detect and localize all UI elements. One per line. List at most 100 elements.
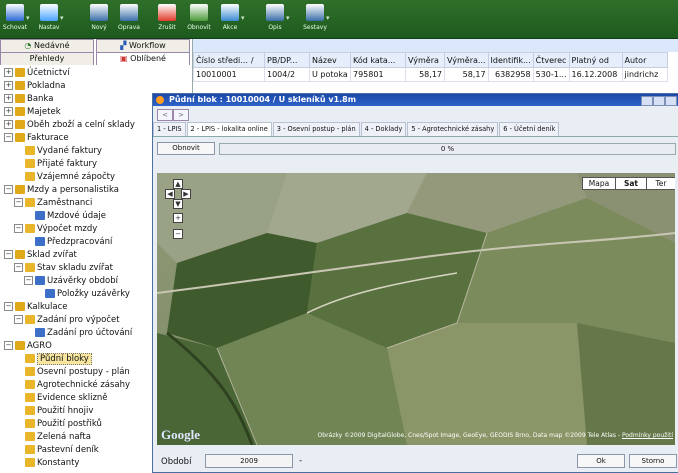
sidebar-tabs-top: ◔ Nedávné ▞ Workflow: [0, 39, 192, 52]
tab-recent[interactable]: ◔ Nedávné: [0, 39, 94, 52]
maximize-button[interactable]: [653, 96, 665, 106]
next-record-button[interactable]: >: [173, 109, 189, 121]
tree-expander-icon[interactable]: −: [14, 263, 23, 272]
column-header[interactable]: Identifik...: [487, 52, 534, 68]
table-cell: U potoka: [309, 67, 351, 82]
tab-6[interactable]: 6 - Účetní deník: [499, 122, 560, 136]
attribution-text: Obrázky ©2009 DigitalGlobe, Cnes/Spot Im…: [317, 432, 622, 439]
tree-expander-icon[interactable]: −: [14, 198, 23, 207]
tree-expander-icon[interactable]: +: [4, 81, 13, 90]
tree-expander-icon[interactable]: −: [4, 341, 13, 350]
toolbar-button-3[interactable]: Oprava: [114, 2, 144, 36]
map-imagery: [157, 173, 675, 445]
chevron-down-icon[interactable]: ▾: [286, 14, 290, 22]
column-header-label: Platný od: [571, 55, 609, 65]
tree-expander-icon[interactable]: −: [4, 250, 13, 259]
tab-workflow[interactable]: ▞ Workflow: [96, 39, 190, 52]
column-header-label: Čtverec: [535, 55, 567, 65]
tree-expander-icon[interactable]: −: [4, 185, 13, 194]
terms-link[interactable]: Podmínky použití: [622, 432, 673, 439]
folder-db-icon: [15, 94, 25, 103]
satellite-map[interactable]: Mapa Sat Ter ▲ ◀ ▶ ▼ + − Google Obrázky …: [157, 173, 675, 445]
chevron-down-icon[interactable]: ▾: [26, 14, 30, 22]
tab-4[interactable]: 4 - Doklady: [360, 122, 407, 136]
tree-item-label: Použití hnojiv: [37, 406, 94, 416]
tree-expander-icon[interactable]: +: [4, 94, 13, 103]
tree-item-label: Uzávěrky období: [47, 276, 118, 286]
toolbar-button-label: Opis: [268, 24, 282, 31]
tree-item-label: Položky uzávěrky: [57, 289, 130, 299]
column-header[interactable]: Výměra...: [444, 52, 489, 68]
prev-record-button[interactable]: <: [157, 109, 173, 121]
zoom-in-icon[interactable]: +: [173, 213, 183, 223]
favorites-icon: ▣: [120, 54, 131, 63]
google-logo: Google: [161, 427, 200, 442]
cancel-x-icon: [158, 4, 176, 21]
table-row[interactable]: 10010001 1004/2 U potoka 795801 58,17 58,17 63…: [193, 67, 668, 82]
tree-item[interactable]: + Účetnictví: [0, 67, 192, 80]
period-field[interactable]: 2009: [205, 454, 293, 468]
column-header[interactable]: Autor: [621, 52, 668, 68]
ok-button[interactable]: Ok: [577, 454, 625, 468]
tree-item-label: Výpočet mzdy: [37, 224, 98, 234]
toolbar-button-4[interactable]: Zrušit: [152, 2, 182, 36]
column-header[interactable]: Kód kata...: [350, 52, 406, 68]
tree-item-label: Předzpracování: [47, 237, 113, 247]
tree-expander-icon[interactable]: −: [4, 302, 13, 311]
tree-item-label: Evidence sklizně: [37, 393, 108, 403]
cancel-button[interactable]: Storno: [629, 454, 677, 468]
tab-favorites[interactable]: ▣ Oblíbené: [96, 52, 190, 65]
tab-3[interactable]: 3 - Osevní postup - plán: [272, 122, 360, 136]
pan-up-icon[interactable]: ▲: [173, 179, 183, 189]
tree-item-label: Zaměstnanci: [37, 198, 93, 208]
toolbar-button-label: Nový: [91, 24, 107, 31]
new-window-icon: [90, 4, 108, 21]
chevron-down-icon[interactable]: ▾: [326, 14, 330, 22]
tree-item-label: Osevní postupy - plán: [37, 367, 130, 377]
tab-5[interactable]: 5 - Agrotechnické zásahy: [407, 122, 499, 136]
pan-right-icon[interactable]: ▶: [181, 189, 191, 199]
table-icon: [25, 172, 35, 181]
tab-overviews[interactable]: Přehledy: [0, 52, 94, 65]
tree-expander-icon[interactable]: −: [14, 315, 23, 324]
tree-expander-icon[interactable]: +: [4, 68, 13, 77]
refresh-button[interactable]: Obnovit: [157, 142, 215, 155]
map-type-map[interactable]: Mapa: [582, 177, 616, 190]
table-cell: 58,17: [444, 67, 489, 82]
tree-expander-icon[interactable]: −: [4, 133, 13, 142]
tree-item[interactable]: + Pokladna: [0, 80, 192, 93]
table-cell: 58,17: [405, 67, 445, 82]
toolbar-button-5[interactable]: Obnovit: [184, 2, 214, 36]
tree-expander-icon[interactable]: −: [14, 224, 23, 233]
tree-expander-icon[interactable]: +: [4, 107, 13, 116]
pan-left-icon[interactable]: ◀: [165, 189, 175, 199]
column-header-label: Výměra: [408, 55, 439, 65]
pan-down-icon[interactable]: ▼: [173, 199, 183, 209]
chevron-down-icon[interactable]: ▾: [60, 14, 64, 22]
close-button[interactable]: [665, 96, 677, 106]
table-cell: 6382958: [487, 67, 534, 82]
sort-indicator-icon: /: [250, 55, 254, 65]
window-titlebar[interactable]: Půdní blok : 10010004 / U skleníků v1.8m: [153, 94, 678, 106]
map-type-satellite[interactable]: Sat: [615, 177, 647, 190]
tab-2[interactable]: 2 - LPIS - lokalita online: [186, 122, 272, 136]
map-type-terrain[interactable]: Ter: [646, 177, 675, 190]
toolbar-button-2[interactable]: Nový: [84, 2, 114, 36]
tree-item-label: Vydané faktury: [37, 146, 102, 156]
grid-group-header: [193, 39, 678, 52]
zoom-out-icon[interactable]: −: [173, 229, 183, 239]
tree-expander-icon[interactable]: +: [4, 120, 13, 129]
map-attribution: Obrázky ©2009 DigitalGlobe, Cnes/Spot Im…: [287, 432, 673, 439]
minimize-button[interactable]: [641, 96, 653, 106]
column-header[interactable]: Čtverec: [532, 52, 570, 68]
tree-expander-icon[interactable]: −: [24, 276, 33, 285]
column-header[interactable]: Platný od: [568, 52, 623, 68]
tree-item-label: Mzdové údaje: [47, 211, 106, 221]
subtable-icon: [35, 237, 45, 246]
column-header[interactable]: Číslo středi... /: [193, 52, 265, 68]
chevron-down-icon[interactable]: ▾: [241, 14, 245, 22]
tab-1[interactable]: 1 - LPIS: [153, 122, 186, 136]
column-header[interactable]: Výměra: [405, 52, 445, 68]
column-header[interactable]: Název: [309, 52, 351, 68]
column-header[interactable]: PB/DP...: [264, 52, 310, 68]
